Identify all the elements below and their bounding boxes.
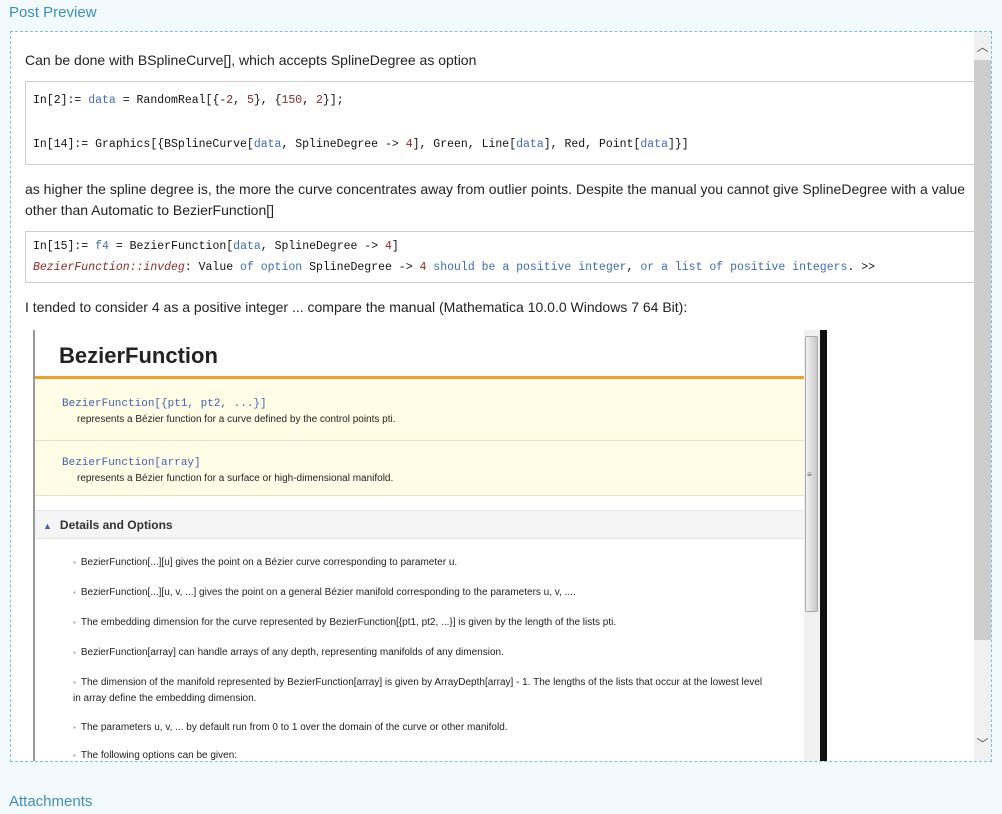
code-token: of option xyxy=(240,261,303,274)
paragraph-1: Can be done with BSplineCurve[], which a… xyxy=(25,52,477,68)
usage-2: BezierFunction[array] represents a Bézie… xyxy=(35,441,804,496)
code-token: }]; xyxy=(322,94,344,107)
code-token: : Value xyxy=(184,261,241,274)
code-token: , SplineDegree -> xyxy=(260,240,386,253)
doc-title: BezierFunction xyxy=(35,330,804,379)
code-token: , xyxy=(302,94,317,107)
detail-bullet: BezierFunction[...][u] gives the point o… xyxy=(73,555,763,571)
code-token: should be a positive integer xyxy=(426,261,627,274)
detail-bullet: The embedding dimension for the curve re… xyxy=(73,615,763,631)
code-token: 2 xyxy=(316,94,323,107)
post-preview-title: Post Preview xyxy=(9,4,97,21)
doc-scrollbar[interactable]: ≡ xyxy=(804,330,820,761)
code-token: = RandomReal[{- xyxy=(115,94,227,107)
code-token: = BezierFunction[ xyxy=(108,240,234,253)
code-token: data xyxy=(233,240,261,253)
attachments-title: Attachments xyxy=(9,793,93,810)
detail-bullet: BezierFunction[...][u, v, ...] gives the… xyxy=(73,585,763,601)
code-line: In[14]:= Graphics[{BSplineCurve[data, Sp… xyxy=(33,134,967,156)
paragraph-3: I tended to consider 4 as a positive int… xyxy=(25,299,688,315)
code-token: 4 xyxy=(405,138,413,151)
code-token: ]}] xyxy=(667,138,689,151)
code-line: In[2]:= data = RandomReal[{- 2, 5}, {150,… xyxy=(33,90,967,112)
code-token: ], Red, Point[ xyxy=(543,138,641,151)
code-token: data xyxy=(640,138,668,151)
scrollbar-thumb[interactable] xyxy=(974,60,991,640)
detail-bullet: The following options can be given: xyxy=(73,748,763,761)
manual-screenshot: BezierFunction BezierFunction[{pt1, pt2,… xyxy=(25,330,827,761)
code-token: , SplineDegree -> xyxy=(281,138,406,151)
post-content: Can be done with BSplineCurve[], which a… xyxy=(25,32,975,318)
code-token: f4 xyxy=(95,240,109,253)
code-token: ], Green, Line[ xyxy=(412,138,517,151)
code-token: or a list of positive integers xyxy=(640,261,848,274)
detail-bullet: The parameters u, v, ... by default run … xyxy=(73,720,763,736)
paragraph-2: as higher the spline degree is, the more… xyxy=(25,181,966,218)
code-token: In[2]:= xyxy=(33,94,89,107)
code-token: In[14]:= Graphics[{BSplineCurve[ xyxy=(33,138,254,151)
details-options-toggle[interactable]: ▲ Details and Options xyxy=(35,510,804,539)
chevron-down-icon[interactable]: ﹀ xyxy=(974,735,991,753)
detail-bullet: The dimension of the manifold represente… xyxy=(73,675,763,707)
detail-bullet: BezierFunction[array] can handle arrays … xyxy=(73,645,763,661)
usage-1: BezierFunction[{pt1, pt2, ...}] represen… xyxy=(35,382,804,441)
preview-scrollbar[interactable]: ︿ ﹀ xyxy=(974,32,991,761)
code-token: ] xyxy=(391,240,399,253)
code-token: 150 xyxy=(281,94,303,107)
post-preview-box: Can be done with BSplineCurve[], which a… xyxy=(10,31,992,762)
code-block-1: In[2]:= data = RandomReal[{- 2, 5}, {150,… xyxy=(25,81,975,165)
code-token: . >> xyxy=(847,261,876,274)
code-token: data xyxy=(88,94,116,107)
code-token: 5 xyxy=(246,94,254,107)
code-token: data xyxy=(253,138,282,151)
code-line: BezierFunction::invdeg: Value of option … xyxy=(33,257,967,278)
chevron-up-icon: ▲ xyxy=(43,521,52,531)
code-line: In[15]:= f4 = BezierFunction[data, Splin… xyxy=(33,236,967,257)
code-token: SplineDegree -> xyxy=(302,261,420,274)
code-token: , xyxy=(626,261,641,274)
grip-icon: ≡ xyxy=(807,470,812,479)
code-token: }, { xyxy=(253,94,282,107)
code-token: 4 xyxy=(385,240,392,253)
chevron-up-icon[interactable]: ︿ xyxy=(974,38,991,56)
code-token: , xyxy=(233,94,247,107)
code-token: BezierFunction::invdeg xyxy=(33,261,185,274)
code-block-2: In[15]:= f4 = BezierFunction[data, Splin… xyxy=(25,231,975,283)
code-token: In[15]:= xyxy=(33,240,96,253)
code-token: data xyxy=(516,138,544,151)
